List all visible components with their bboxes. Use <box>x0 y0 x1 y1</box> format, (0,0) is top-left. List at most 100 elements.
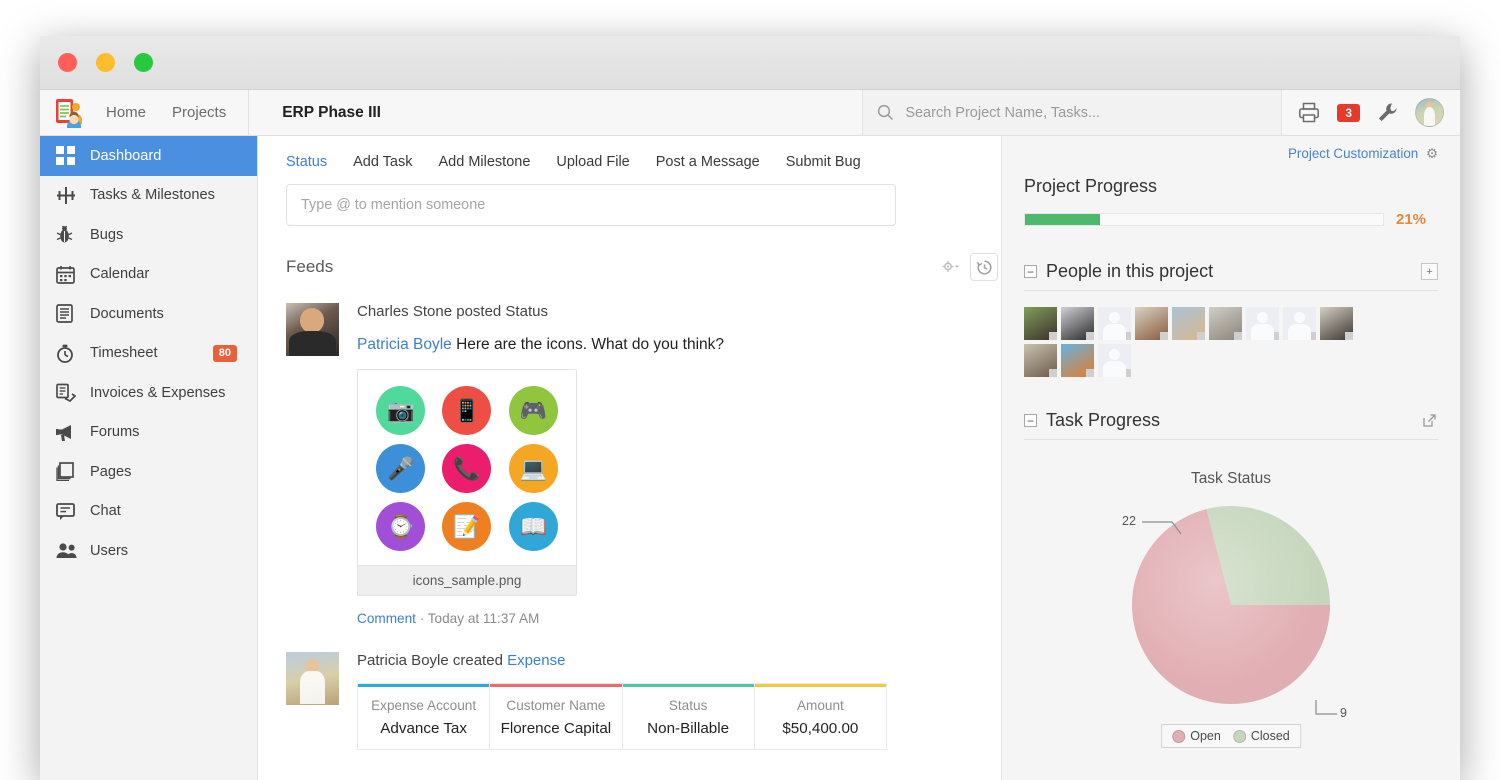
people-avatar-grid <box>1024 307 1364 377</box>
tab-add-milestone[interactable]: Add Milestone <box>439 154 531 170</box>
pie-graphic[interactable] <box>1132 506 1330 704</box>
sidebar-item-label: Users <box>90 542 129 559</box>
column-value: $50,400.00 <box>782 720 859 737</box>
avatar[interactable] <box>1320 307 1353 340</box>
app-window: Home Projects ERP Phase III 3 <box>40 36 1460 780</box>
avatar[interactable] <box>1061 344 1094 377</box>
avatar[interactable] <box>286 303 339 356</box>
expense-table: Expense Account Advance Tax Customer Nam… <box>357 683 887 750</box>
legend-item-open[interactable]: Open <box>1172 729 1221 743</box>
avatar[interactable] <box>1098 307 1131 340</box>
search-input[interactable] <box>905 104 1268 121</box>
nav-projects[interactable]: Projects <box>172 104 226 121</box>
sidebar-item-users[interactable]: Users <box>40 531 257 571</box>
avatar[interactable] <box>1135 307 1168 340</box>
task-status-pie-chart: 22 9 Open Closed <box>1024 498 1438 748</box>
avatar[interactable] <box>1283 307 1316 340</box>
users-icon <box>56 542 90 559</box>
bug-icon <box>56 225 90 244</box>
progress-percent-label: 21% <box>1396 211 1427 228</box>
tab-upload-file[interactable]: Upload File <box>556 154 629 170</box>
legend-label: Open <box>1190 729 1221 743</box>
sidebar-item-bugs[interactable]: Bugs <box>40 215 257 255</box>
feed-item: Patricia Boyle created Expense Expense A… <box>286 652 971 750</box>
gamepad-hand-icon: 🎮 <box>508 386 558 435</box>
column-value: Florence Capital <box>500 720 612 737</box>
status-input[interactable]: Type @ to mention someone <box>286 184 896 226</box>
collapse-minus-icon[interactable]: − <box>1024 265 1037 278</box>
comment-link[interactable]: Comment <box>357 611 416 626</box>
legend-item-closed[interactable]: Closed <box>1232 729 1290 743</box>
minimize-window-button[interactable] <box>96 53 115 72</box>
maximize-window-button[interactable] <box>134 53 153 72</box>
avatar[interactable] <box>1098 344 1131 377</box>
ereader-hand-icon: 📖 <box>508 502 558 551</box>
quick-action-tabs: Status Add Task Add Milestone Upload Fil… <box>286 154 971 170</box>
sidebar-item-chat[interactable]: Chat <box>40 492 257 532</box>
project-progress-bar-row: 21% <box>1024 211 1438 228</box>
sidebar-item-timesheet[interactable]: Timesheet 80 <box>40 334 257 374</box>
sidebar-item-label: Tasks & Milestones <box>90 187 215 204</box>
tab-post-a-message[interactable]: Post a Message <box>656 154 760 170</box>
project-logo-icon[interactable] <box>40 90 100 135</box>
column-header: Customer Name <box>506 698 606 713</box>
tab-submit-bug[interactable]: Submit Bug <box>786 154 861 170</box>
column-accent <box>490 684 622 687</box>
wrench-icon[interactable] <box>1377 102 1398 123</box>
mention-link[interactable]: Patricia Boyle <box>357 336 452 353</box>
attachment-filename: icons_sample.png <box>358 565 576 595</box>
stopwatch-icon <box>56 344 90 363</box>
microphone-hand-icon: 🎤 <box>376 444 426 493</box>
table-cell-expense-account: Expense Account Advance Tax <box>357 683 491 750</box>
avatar[interactable] <box>1024 307 1057 340</box>
table-cell-customer-name: Customer Name Florence Capital <box>490 683 623 750</box>
avatar[interactable] <box>286 652 339 705</box>
sidebar-item-documents[interactable]: Documents <box>40 294 257 334</box>
avatar[interactable] <box>1415 98 1444 127</box>
sidebar-item-invoices-expenses[interactable]: Invoices & Expenses <box>40 373 257 413</box>
sidebar-item-forums[interactable]: Forums <box>40 413 257 453</box>
nav-home[interactable]: Home <box>106 104 146 121</box>
task-progress-panel-header: − Task Progress <box>1024 410 1438 440</box>
printer-icon[interactable] <box>1298 102 1320 123</box>
close-window-button[interactable] <box>58 53 77 72</box>
collapse-minus-icon[interactable]: − <box>1024 414 1037 427</box>
gear-dropdown-icon[interactable] <box>942 260 959 274</box>
column-accent <box>358 684 490 687</box>
sidebar-item-label: Pages <box>90 463 132 480</box>
avatar[interactable] <box>1061 307 1094 340</box>
expense-link[interactable]: Expense <box>507 652 565 669</box>
invoice-icon <box>56 383 90 403</box>
popout-icon[interactable] <box>1421 412 1438 429</box>
people-panel-title: People in this project <box>1046 261 1214 281</box>
avatar[interactable] <box>1209 307 1242 340</box>
history-clock-icon[interactable] <box>970 253 998 281</box>
column-accent <box>622 684 754 687</box>
sidebar-item-label: Forums <box>90 424 140 441</box>
camera-hand-icon: 📷 <box>376 386 426 435</box>
sidebar-item-pages[interactable]: Pages <box>40 452 257 492</box>
avatar[interactable] <box>1024 344 1057 377</box>
avatar[interactable] <box>1172 307 1205 340</box>
calendar-icon <box>56 265 90 284</box>
tab-status[interactable]: Status <box>286 154 327 170</box>
tablet-stylus-hand-icon: 📝 <box>442 502 492 551</box>
search-bar[interactable] <box>862 90 1283 135</box>
avatar[interactable] <box>1246 307 1279 340</box>
add-person-icon[interactable]: + <box>1421 263 1438 280</box>
tab-add-task[interactable]: Add Task <box>353 154 412 170</box>
sidebar: Dashboard Tasks & Milestones Bugs Calend… <box>40 136 258 780</box>
sidebar-item-calendar[interactable]: Calendar <box>40 255 257 295</box>
sidebar-item-label: Documents <box>90 305 164 322</box>
chart-legend: Open Closed <box>1161 724 1301 748</box>
notification-badge[interactable]: 3 <box>1337 103 1360 122</box>
sidebar-item-dashboard[interactable]: Dashboard <box>40 136 257 176</box>
sidebar-item-label: Calendar <box>90 266 150 283</box>
sidebar-item-tasks-milestones[interactable]: Tasks & Milestones <box>40 176 257 216</box>
pie-label-open: 22 <box>1122 514 1136 528</box>
right-panel: Project Customization ⚙ Project Progress… <box>1002 136 1460 780</box>
attachment-card[interactable]: 📷 📱 🎮 🎤 📞 💻 ⌚ 📝 📖 icons_sample.png <box>357 369 577 596</box>
project-customization-link[interactable]: Project Customization ⚙ <box>1024 146 1438 162</box>
column-header: Amount <box>796 698 844 713</box>
smartwatch-hand-icon: ⌚ <box>376 502 426 551</box>
